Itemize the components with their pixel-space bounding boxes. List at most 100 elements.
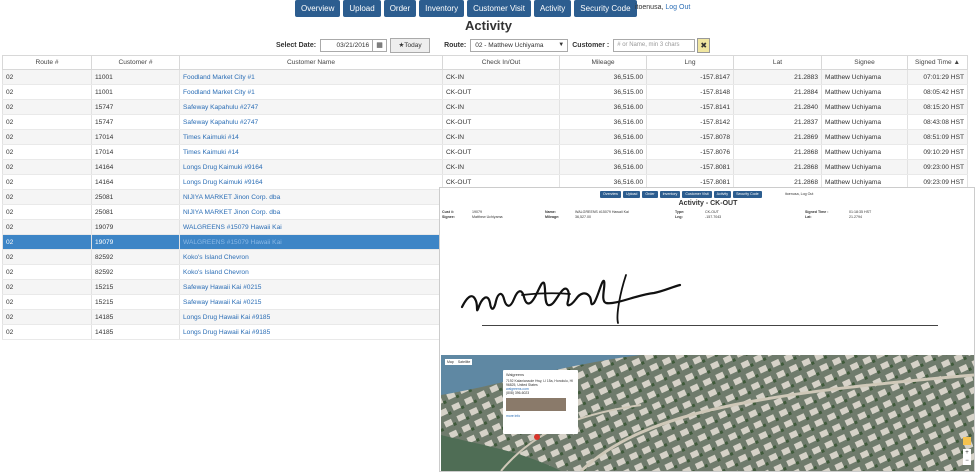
signed-time-cell: 08:51:09 HST bbox=[907, 129, 968, 145]
route-cell: 02 bbox=[2, 204, 92, 220]
zoom-control[interactable]: + − bbox=[963, 449, 971, 465]
lng-cell: -157.8148 bbox=[646, 84, 734, 100]
activity-page: Overview Upload Order Inventory Customer… bbox=[0, 0, 977, 474]
info-label: Lng: bbox=[675, 215, 683, 219]
popup-nav-upload[interactable]: Upload bbox=[622, 191, 641, 198]
signee-cell: Matthew Uchiyama bbox=[821, 114, 908, 130]
lng-cell: -157.8076 bbox=[646, 144, 734, 160]
route-cell: 02 bbox=[2, 99, 92, 115]
route-cell: 02 bbox=[2, 264, 92, 280]
table-row[interactable]: 02 15747 Safeway Kapahulu #2747 CK-IN 36,516… bbox=[2, 99, 968, 115]
header-signee[interactable]: Signee bbox=[821, 55, 908, 70]
header-customer-number[interactable]: Customer # bbox=[91, 55, 180, 70]
check-in-out-cell: CK-IN bbox=[442, 159, 560, 175]
pegman-icon[interactable] bbox=[963, 437, 971, 445]
lng-cell: -157.8142 bbox=[646, 114, 734, 130]
customer-name-cell[interactable]: Safeway Hawaii Kai #0215 bbox=[179, 294, 443, 310]
date-input[interactable]: 03/21/2016 bbox=[320, 38, 374, 52]
customer-number-cell: 82592 bbox=[91, 264, 180, 280]
info-value: Matthew Uchiyama bbox=[472, 215, 503, 219]
nav-upload-button[interactable]: Upload bbox=[343, 0, 381, 17]
today-button[interactable]: ★Today bbox=[390, 37, 431, 53]
user-box: itoenusa, Log Out bbox=[635, 4, 690, 11]
customer-name-cell[interactable]: Safeway Kapahulu #2747 bbox=[179, 114, 443, 130]
popup-nav-customer-visit[interactable]: Customer Visit bbox=[682, 191, 712, 198]
popup-user[interactable]: itoenusa, Log Out bbox=[785, 192, 813, 196]
nav-overview-button[interactable]: Overview bbox=[295, 0, 341, 17]
customer-name-cell[interactable]: Safeway Hawaii Kai #0215 bbox=[179, 279, 443, 295]
popup-nav-security-code[interactable]: Security Code bbox=[733, 191, 762, 198]
table-row[interactable]: 02 11001 Foodland Market City #1 CK-OUT 36,5… bbox=[2, 84, 968, 100]
popup-nav-activity[interactable]: Activity bbox=[713, 191, 732, 198]
route-select[interactable]: 02 - Matthew Uchiyama ▼ bbox=[470, 38, 569, 52]
lng-cell: -157.8081 bbox=[646, 159, 734, 175]
table-row[interactable]: 02 15747 Safeway Kapahulu #2747 CK-OUT 36,51… bbox=[2, 114, 968, 130]
popup-nav-order[interactable]: Order bbox=[642, 191, 658, 198]
customer-name-cell[interactable]: Foodland Market City #1 bbox=[179, 84, 443, 100]
customer-number-cell: 19079 bbox=[91, 234, 180, 250]
route-cell: 02 bbox=[2, 234, 92, 250]
nav-order-button[interactable]: Order bbox=[383, 0, 417, 17]
customer-number-cell: 14164 bbox=[91, 174, 180, 190]
customer-number-cell: 15747 bbox=[91, 99, 180, 115]
map-tab-satellite[interactable]: Satellite bbox=[456, 359, 472, 365]
header-lat[interactable]: Lat bbox=[733, 55, 822, 70]
table-row[interactable]: 02 17014 Times Kaimuki #14 CK-OUT 36,516.00-… bbox=[2, 144, 968, 160]
lat-cell: 21.2868 bbox=[733, 144, 822, 160]
nav-inventory-button[interactable]: Inventory bbox=[419, 0, 465, 17]
customer-name-cell[interactable]: WALGREENS #15079 Hawaii Kai bbox=[179, 219, 443, 235]
lat-cell: 21.2837 bbox=[733, 114, 822, 130]
route-cell: 02 bbox=[2, 84, 92, 100]
signed-time-cell: 09:23:00 HST bbox=[907, 159, 968, 175]
customer-name-cell[interactable]: Longs Drug Kaimuki #9164 bbox=[179, 174, 443, 190]
nav-customer-visit-button[interactable]: Customer Visit bbox=[467, 0, 531, 17]
header-signed-time[interactable]: Signed Time ▲ bbox=[907, 55, 968, 70]
map-tab-map[interactable]: Map bbox=[445, 359, 456, 365]
customer-name-cell[interactable]: NIJIYA MARKET Jinon Corp. dba bbox=[179, 189, 443, 205]
signee-cell: Matthew Uchiyama bbox=[821, 159, 908, 175]
lng-cell: -157.8141 bbox=[646, 99, 734, 115]
header-route[interactable]: Route # bbox=[2, 55, 92, 70]
customer-name-cell[interactable]: WALGREENS #15079 Hawaii Kai bbox=[179, 234, 443, 250]
info-label: Signee: bbox=[442, 215, 455, 219]
header-check-in-out[interactable]: Check In/Out bbox=[442, 55, 560, 70]
popup-nav-overview[interactable]: Overview bbox=[600, 191, 621, 198]
customer-name-cell[interactable]: Koko's Island Chevron bbox=[179, 264, 443, 280]
customer-name-cell[interactable]: Safeway Kapahulu #2747 bbox=[179, 99, 443, 115]
customer-name-cell[interactable]: Longs Drug Kaimuki #9164 bbox=[179, 159, 443, 175]
info-label: Mileage: bbox=[545, 215, 560, 219]
header-lng[interactable]: Lng bbox=[646, 55, 734, 70]
table-row[interactable]: 02 11001 Foodland Market City #1 CK-IN 36,51… bbox=[2, 69, 968, 85]
calendar-icon[interactable]: ▦ bbox=[373, 38, 388, 52]
check-in-out-cell: CK-OUT bbox=[442, 114, 560, 130]
customer-name-cell[interactable]: Koko's Island Chevron bbox=[179, 249, 443, 265]
signature-baseline bbox=[482, 325, 938, 326]
table-row[interactable]: 02 14164 Longs Drug Kaimuki #9164 CK-IN 36,5… bbox=[2, 159, 968, 175]
customer-name-cell[interactable]: Longs Drug Hawaii Kai #9185 bbox=[179, 309, 443, 325]
customer-name-cell[interactable]: Foodland Market City #1 bbox=[179, 69, 443, 85]
customer-name-cell[interactable]: Times Kaimuki #14 bbox=[179, 144, 443, 160]
signee-cell: Matthew Uchiyama bbox=[821, 99, 908, 115]
customer-name-cell[interactable]: Longs Drug Hawaii Kai #9185 bbox=[179, 324, 443, 340]
table-row[interactable]: 02 17014 Times Kaimuki #14 CK-IN 36,516.00 -1… bbox=[2, 129, 968, 145]
customer-search-input[interactable]: # or Name, min 3 chars bbox=[613, 38, 696, 52]
logout-link[interactable]: Log Out bbox=[665, 4, 690, 11]
map-view[interactable]: Map Satellite Walgreens 7192 Kalanianaol… bbox=[441, 355, 974, 471]
route-cell: 02 bbox=[2, 249, 92, 265]
nav-security-code-button[interactable]: Security Code bbox=[574, 0, 637, 17]
nav-activity-button[interactable]: Activity bbox=[533, 0, 572, 17]
customer-number-cell: 15747 bbox=[91, 114, 180, 130]
customer-number-cell: 14164 bbox=[91, 159, 180, 175]
place-photo bbox=[506, 398, 566, 411]
more-info-link[interactable]: more info bbox=[506, 414, 575, 418]
clear-icon[interactable]: ✖ bbox=[697, 37, 711, 53]
customer-number-cell: 15215 bbox=[91, 294, 180, 310]
customer-number-cell: 14185 bbox=[91, 309, 180, 325]
customer-name-cell[interactable]: NIJIYA MARKET Jinon Corp. dba bbox=[179, 204, 443, 220]
signed-time-cell: 08:43:08 HST bbox=[907, 114, 968, 130]
header-customer-name[interactable]: Customer Name bbox=[179, 55, 443, 70]
header-mileage[interactable]: Mileage bbox=[559, 55, 647, 70]
signature-image bbox=[460, 274, 682, 324]
customer-name-cell[interactable]: Times Kaimuki #14 bbox=[179, 129, 443, 145]
popup-nav-inventory[interactable]: Inventory bbox=[659, 191, 681, 198]
